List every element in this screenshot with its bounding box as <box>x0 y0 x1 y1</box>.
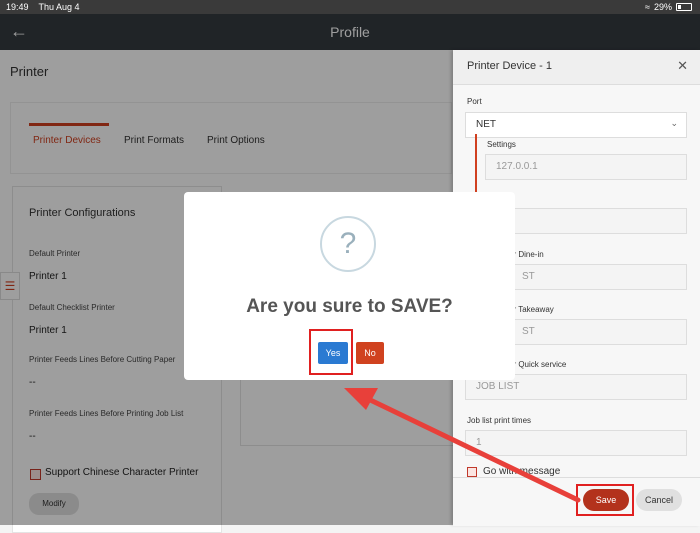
port-select[interactable]: NET ⌄ <box>465 112 687 138</box>
panel-title: Printer Device - 1 <box>467 60 552 72</box>
dinein-value: ST <box>522 271 535 282</box>
go-with-message-label: Go with message <box>483 466 561 477</box>
yes-highlight-box <box>309 329 353 375</box>
no-button[interactable]: No <box>356 342 384 364</box>
go-with-message-checkbox[interactable] <box>467 467 477 477</box>
port-value: NET <box>476 119 496 130</box>
ip-value: 127.0.0.1 <box>496 161 538 172</box>
battery-percent: 29% <box>653 2 672 12</box>
panel-footer: Save Cancel <box>453 477 700 526</box>
status-right: ≈ 29% <box>645 2 692 12</box>
ip-input[interactable]: 127.0.0.1 <box>485 154 687 180</box>
status-time: 19:49 <box>6 2 29 12</box>
wifi-icon: ≈ <box>645 2 650 12</box>
settings-label: Settings <box>487 140 516 149</box>
save-highlight-box <box>576 484 634 516</box>
chevron-down-icon: ⌄ <box>670 118 678 128</box>
confirm-dialog: ? Are you sure to SAVE? Yes No <box>184 192 515 380</box>
print-times-label: Job list print times <box>467 416 532 425</box>
status-date: Thu Aug 4 <box>38 2 80 12</box>
print-times-value: 1 <box>476 437 482 448</box>
status-bar: 19:49 Thu Aug 4 ≈ 29% <box>0 0 700 14</box>
panel-header: Printer Device - 1 ✕ <box>453 50 700 85</box>
dialog-message: Are you sure to SAVE? <box>246 296 453 317</box>
quick-service-label: or Quick service <box>509 360 567 369</box>
battery-icon <box>676 3 692 11</box>
quick-service-value: JOB LIST <box>476 381 520 392</box>
settings-indicator <box>475 134 477 192</box>
question-mark-icon: ? <box>320 216 376 272</box>
cancel-button[interactable]: Cancel <box>636 489 682 511</box>
print-times-input[interactable]: 1 <box>465 430 687 456</box>
takeaway-label: or Takeaway <box>509 305 554 314</box>
close-icon[interactable]: ✕ <box>677 58 688 74</box>
port-label: Port <box>467 97 482 106</box>
takeaway-value: ST <box>522 326 535 337</box>
